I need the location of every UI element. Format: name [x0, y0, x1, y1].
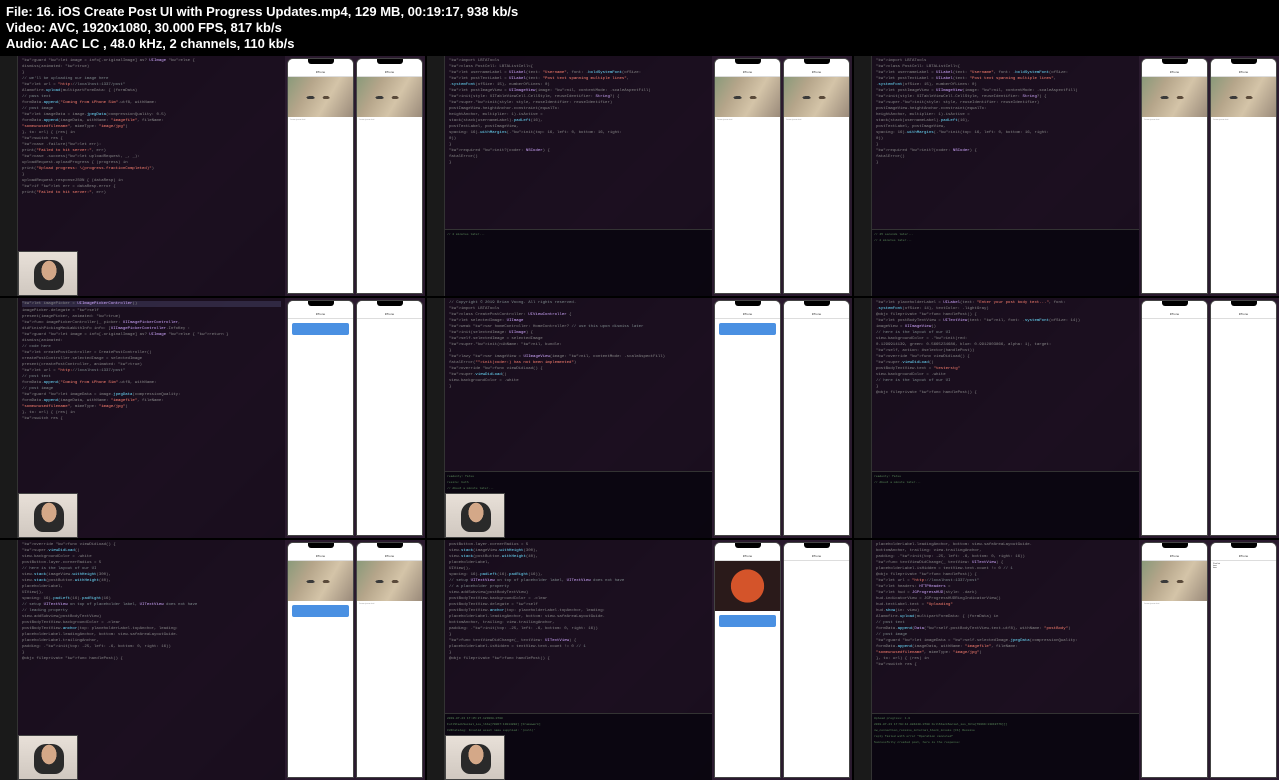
- xcode-editor: "kw">override "kw">func viewDidLoad() { …: [18, 540, 285, 780]
- video-thumbnail-3[interactable]: "kw">import LBTATools"kw">class PostCell…: [854, 56, 1279, 296]
- video-thumbnail-7[interactable]: "kw">override "kw">func viewDidLoad() { …: [0, 540, 425, 780]
- xcode-sidebar: [427, 540, 445, 780]
- iphone-simulator: iPhone Lorem ipsum text: [1141, 58, 1208, 294]
- presenter-webcam: [445, 735, 505, 780]
- presenter-webcam: [445, 493, 505, 538]
- watermark: letsbuildthatapp.com: [802, 530, 848, 536]
- xcode-editor: "kw">let imagePicker = UIImagePickerCont…: [18, 298, 285, 538]
- xcode-sidebar: [0, 56, 18, 296]
- iphone-simulator: iPhone Lorem ipsum text: [356, 58, 423, 294]
- video-thumbnail-8[interactable]: postButton.layer.cornerRadius = 5view.st…: [427, 540, 852, 780]
- xcode-sidebar: [0, 298, 18, 538]
- file-info-header: File: 16. iOS Create Post UI with Progre…: [0, 0, 1279, 56]
- iphone-simulator: iPhone: [714, 300, 781, 536]
- simulator-panel: iPhone Lorem ipsum text iPhone Lorem ips…: [712, 56, 852, 296]
- watermark: letsbuildthatapp.com: [802, 288, 848, 294]
- thumbnail-grid: "kw">guard "kw">let image = info[.origin…: [0, 56, 1279, 780]
- video-thumbnail-2[interactable]: "kw">import LBTATools"kw">class PostCell…: [427, 56, 852, 296]
- iphone-simulator: iPhone Lorem ipsum text: [1210, 58, 1277, 294]
- xcode-sidebar: [427, 298, 445, 538]
- xcode-console: // 2 minutes later...: [445, 229, 712, 296]
- iphone-simulator: iPhone: [783, 300, 850, 536]
- xcode-sidebar: [0, 540, 18, 780]
- simulator-panel: iPhone iPhone: [712, 298, 852, 538]
- iphone-simulator: iPhone: [714, 542, 781, 778]
- simulator-panel: iPhone Lorem ipsum text iPhone Lorem ips…: [285, 56, 425, 296]
- xcode-editor: placeholderLabel.leadingAnchor, bottom: …: [872, 540, 1139, 780]
- presenter-webcam: [18, 493, 78, 538]
- xcode-editor: "kw">import LBTATools"kw">class PostCell…: [872, 56, 1139, 296]
- xcode-sidebar: [854, 540, 872, 780]
- iphone-simulator: iPhone: [356, 300, 423, 536]
- iphone-simulator: iPhone Lorem ipsum text: [356, 542, 423, 778]
- xcode-editor: // Copyright © 2019 Brian Voong. All rig…: [445, 298, 712, 538]
- simulator-panel: iPhone iPhone: [1139, 298, 1279, 538]
- xcode-console: // 45 seconds later...// 2 minutes later…: [872, 229, 1139, 296]
- video-thumbnail-5[interactable]: // Copyright © 2019 Brian Voong. All rig…: [427, 298, 852, 538]
- iphone-simulator: iPhone: [1210, 300, 1277, 536]
- xcode-editor: postButton.layer.cornerRadius = 5view.st…: [445, 540, 712, 780]
- watermark: letsbuildthatapp.com: [1229, 530, 1275, 536]
- simulator-panel: iPhone Lorem ipsum text iPhone Post list…: [1139, 540, 1279, 780]
- iphone-simulator: iPhone Lorem ipsum text: [1141, 542, 1208, 778]
- watermark: letsbuildthatapp.com: [375, 772, 421, 778]
- simulator-panel: iPhone iPhone Lorem ipsum text: [285, 540, 425, 780]
- simulator-panel: iPhone Lorem ipsum text iPhone Lorem ips…: [1139, 56, 1279, 296]
- watermark: letsbuildthatapp.com: [375, 288, 421, 294]
- iphone-simulator: iPhone Lorem ipsum text: [287, 58, 354, 294]
- simulator-panel: iPhone iPhone: [285, 298, 425, 538]
- iphone-simulator: iPhone Post listitemitem: [1210, 542, 1277, 778]
- simulator-panel: iPhone iPhone: [712, 540, 852, 780]
- video-thumbnail-9[interactable]: placeholderLabel.leadingAnchor, bottom: …: [854, 540, 1279, 780]
- watermark: letsbuildthatapp.com: [1229, 772, 1275, 778]
- iphone-simulator: iPhone Lorem ipsum text: [714, 58, 781, 294]
- xcode-editor: "kw">let placeholderLabel = UILabel(text…: [872, 298, 1139, 538]
- iphone-simulator: iPhone: [1141, 300, 1208, 536]
- video-info-line: Video: AVC, 1920x1080, 30.000 FPS, 817 k…: [6, 20, 1273, 36]
- xcode-sidebar: [854, 56, 872, 296]
- watermark: letsbuildthatapp.com: [375, 530, 421, 536]
- audio-info-line: Audio: AAC LC , 48.0 kHz, 2 channels, 11…: [6, 36, 1273, 52]
- iphone-simulator: iPhone Lorem ipsum text: [783, 58, 850, 294]
- watermark: letsbuildthatapp.com: [1229, 288, 1275, 294]
- xcode-sidebar: [427, 56, 445, 296]
- iphone-simulator: iPhone: [287, 300, 354, 536]
- file-info-line: File: 16. iOS Create Post UI with Progre…: [6, 4, 1273, 20]
- xcode-editor: "kw">import LBTATools"kw">class PostCell…: [445, 56, 712, 296]
- presenter-webcam: [18, 735, 78, 780]
- xcode-console: readonly: false// About a minute later..…: [872, 471, 1139, 538]
- iphone-simulator: iPhone: [287, 542, 354, 778]
- xcode-console: Upload progress: 1.02019-07-23 17:58:44.…: [872, 713, 1139, 780]
- watermark: letsbuildthatapp.com: [802, 772, 848, 778]
- video-thumbnail-6[interactable]: "kw">let placeholderLabel = UILabel(text…: [854, 298, 1279, 538]
- video-thumbnail-1[interactable]: "kw">guard "kw">let image = info[.origin…: [0, 56, 425, 296]
- xcode-sidebar: [854, 298, 872, 538]
- video-thumbnail-4[interactable]: "kw">let imagePicker = UIImagePickerCont…: [0, 298, 425, 538]
- xcode-editor: "kw">guard "kw">let image = info[.origin…: [18, 56, 285, 296]
- iphone-simulator: iPhone: [783, 542, 850, 778]
- presenter-webcam: [18, 251, 78, 296]
